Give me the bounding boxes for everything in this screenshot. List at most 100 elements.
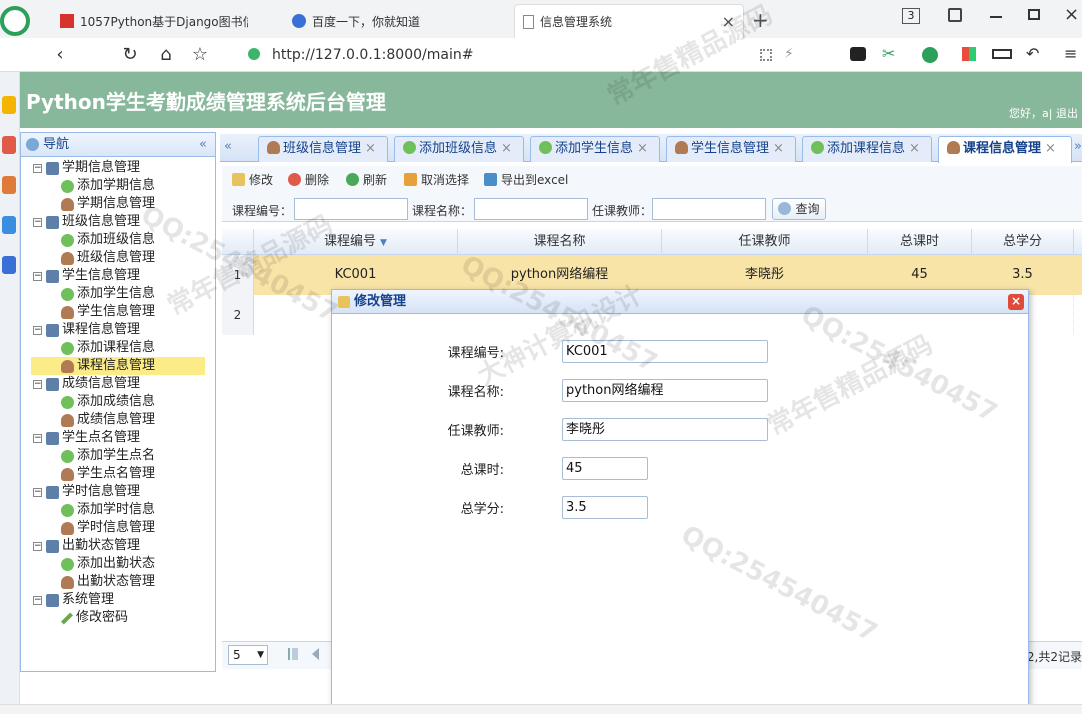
sidebar-app-icon[interactable] (2, 136, 16, 154)
nav-item[interactable]: 添加班级信息 (61, 231, 155, 249)
field-input[interactable]: KC001 (562, 340, 768, 363)
nav-group-5[interactable]: − 学生点名管理 (33, 429, 140, 447)
browser-tab-3[interactable]: 信息管理系统 × (514, 4, 744, 38)
nav-group-1[interactable]: − 班级信息管理 (33, 213, 140, 231)
filter-course-name-input[interactable] (474, 198, 588, 220)
browser-tab-1[interactable]: 1057Python基于Django图书信 (52, 4, 248, 38)
nav-item[interactable]: 出勤状态管理 (61, 573, 155, 591)
tab-2[interactable]: 添加学生信息 × (530, 136, 660, 162)
star-icon[interactable]: ☆ (188, 44, 212, 66)
battery-icon[interactable] (992, 49, 1012, 59)
qr-icon[interactable] (760, 49, 772, 61)
tree-toggle-icon[interactable]: − (33, 433, 42, 443)
filter-teacher-input[interactable] (652, 198, 766, 220)
minimize-icon[interactable] (990, 16, 1002, 18)
browser-logo-icon[interactable] (0, 6, 30, 36)
nav-group-7[interactable]: − 出勤状态管理 (33, 537, 140, 555)
tree-toggle-icon[interactable]: − (33, 595, 42, 605)
column-header[interactable]: 课程名称 (458, 229, 662, 255)
nav-group-8[interactable]: − 系统管理 (33, 591, 114, 609)
nav-item[interactable]: 班级信息管理 (61, 249, 155, 267)
scissors-icon[interactable]: ✂ (882, 44, 895, 63)
reload-icon[interactable]: ↻ (118, 44, 142, 66)
nav-item[interactable]: 课程信息管理 (31, 357, 205, 375)
nav-item[interactable]: 添加课程信息 (61, 339, 155, 357)
sidebar-app-icon[interactable] (2, 176, 16, 194)
tab-scroll-right[interactable]: » (1074, 139, 1082, 154)
tab-3[interactable]: 学生信息管理 × (666, 136, 796, 162)
browser-tab-2[interactable]: 百度一下，你就知道 (284, 4, 480, 38)
close-icon[interactable]: × (1008, 294, 1024, 310)
export-button[interactable]: 导出到excel (484, 170, 568, 190)
column-header[interactable]: 总学分 (972, 229, 1074, 255)
tree-toggle-icon[interactable]: − (33, 487, 42, 497)
apps-icon[interactable] (962, 47, 976, 61)
sidebar-app-icon[interactable] (2, 96, 16, 114)
refresh-button[interactable]: 刷新 (346, 170, 387, 190)
menu-icon[interactable]: ≡ (1064, 44, 1077, 63)
edit-button[interactable]: 修改 (232, 170, 273, 190)
maximize-icon[interactable] (1028, 9, 1040, 20)
tree-toggle-icon[interactable]: − (33, 163, 42, 173)
first-page-icon[interactable] (288, 648, 298, 660)
nav-item[interactable]: 成绩信息管理 (61, 411, 155, 429)
nav-group-3[interactable]: − 课程信息管理 (33, 321, 140, 339)
bolt-icon[interactable]: ⚡ (784, 46, 794, 62)
column-header[interactable]: 课程编号 ▼ (254, 229, 458, 255)
delete-button[interactable]: 删除 (288, 170, 329, 190)
nav-item[interactable]: 学生信息管理 (61, 303, 155, 321)
tab-0[interactable]: 班级信息管理 × (258, 136, 388, 162)
filter-course-no-input[interactable] (294, 198, 408, 220)
tree-toggle-icon[interactable]: − (33, 325, 42, 335)
nav-item[interactable]: 学时信息管理 (61, 519, 155, 537)
new-tab-button[interactable]: + (752, 8, 769, 32)
nav-item[interactable]: 添加学期信息 (61, 177, 155, 195)
close-tab-icon[interactable]: × (637, 141, 648, 156)
shirt-icon[interactable] (948, 8, 962, 22)
tab-count-badge[interactable]: 3 (902, 8, 920, 24)
field-input[interactable]: 3.5 (562, 496, 648, 519)
sidebar-app-icon[interactable] (2, 216, 16, 234)
translate-icon[interactable] (922, 47, 938, 63)
deselect-button[interactable]: 取消选择 (404, 170, 469, 190)
nav-item[interactable]: 添加学生点名 (61, 447, 155, 465)
close-tab-icon[interactable]: × (1045, 141, 1056, 156)
tree-toggle-icon[interactable]: − (33, 217, 42, 227)
nav-item[interactable]: 修改密码 (60, 609, 128, 627)
nav-item[interactable]: 添加出勤状态 (61, 555, 155, 573)
home-icon[interactable]: ⌂ (154, 44, 178, 66)
tab-5[interactable]: 课程信息管理 × (938, 136, 1072, 163)
field-input[interactable]: 45 (562, 457, 648, 480)
close-tab-icon[interactable]: × (909, 141, 920, 156)
column-header[interactable]: 总课时 (868, 229, 972, 255)
close-window-icon[interactable]: × (1064, 4, 1079, 25)
nav-item[interactable]: 添加成绩信息 (61, 393, 155, 411)
search-button[interactable]: 查询 (772, 198, 826, 220)
field-input[interactable]: python网络编程 (562, 379, 768, 402)
tree-toggle-icon[interactable]: − (33, 379, 42, 389)
close-tab-icon[interactable]: × (722, 12, 735, 31)
nav-group-6[interactable]: − 学时信息管理 (33, 483, 140, 501)
column-header[interactable]: 任课教师 (662, 229, 868, 255)
tab-4[interactable]: 添加课程信息 × (802, 136, 932, 162)
prev-page-icon[interactable] (312, 648, 319, 660)
tree-toggle-icon[interactable]: − (33, 541, 42, 551)
sidebar-app-icon[interactable] (2, 256, 16, 274)
nav-group-2[interactable]: − 学生信息管理 (33, 267, 140, 285)
close-tab-icon[interactable]: × (365, 141, 376, 156)
back-icon[interactable]: ‹ (48, 44, 72, 66)
extension-icon[interactable] (850, 47, 866, 61)
url-field[interactable]: http://127.0.0.1:8000/main# (272, 44, 473, 66)
tab-scroll-left[interactable]: « (224, 139, 232, 154)
page-size-select[interactable]: 5 ▼ (228, 645, 268, 665)
close-tab-icon[interactable]: × (501, 141, 512, 156)
tree-toggle-icon[interactable]: − (33, 271, 42, 281)
nav-group-4[interactable]: − 成绩信息管理 (33, 375, 140, 393)
field-input[interactable]: 李晓彤 (562, 418, 768, 441)
nav-item[interactable]: 添加学时信息 (61, 501, 155, 519)
nav-item[interactable]: 学期信息管理 (61, 195, 155, 213)
tab-1[interactable]: 添加班级信息 × (394, 136, 524, 162)
nav-group-0[interactable]: − 学期信息管理 (33, 159, 140, 177)
close-tab-icon[interactable]: × (773, 141, 784, 156)
welcome-logout[interactable]: 您好，a| 退出 (1009, 105, 1078, 121)
